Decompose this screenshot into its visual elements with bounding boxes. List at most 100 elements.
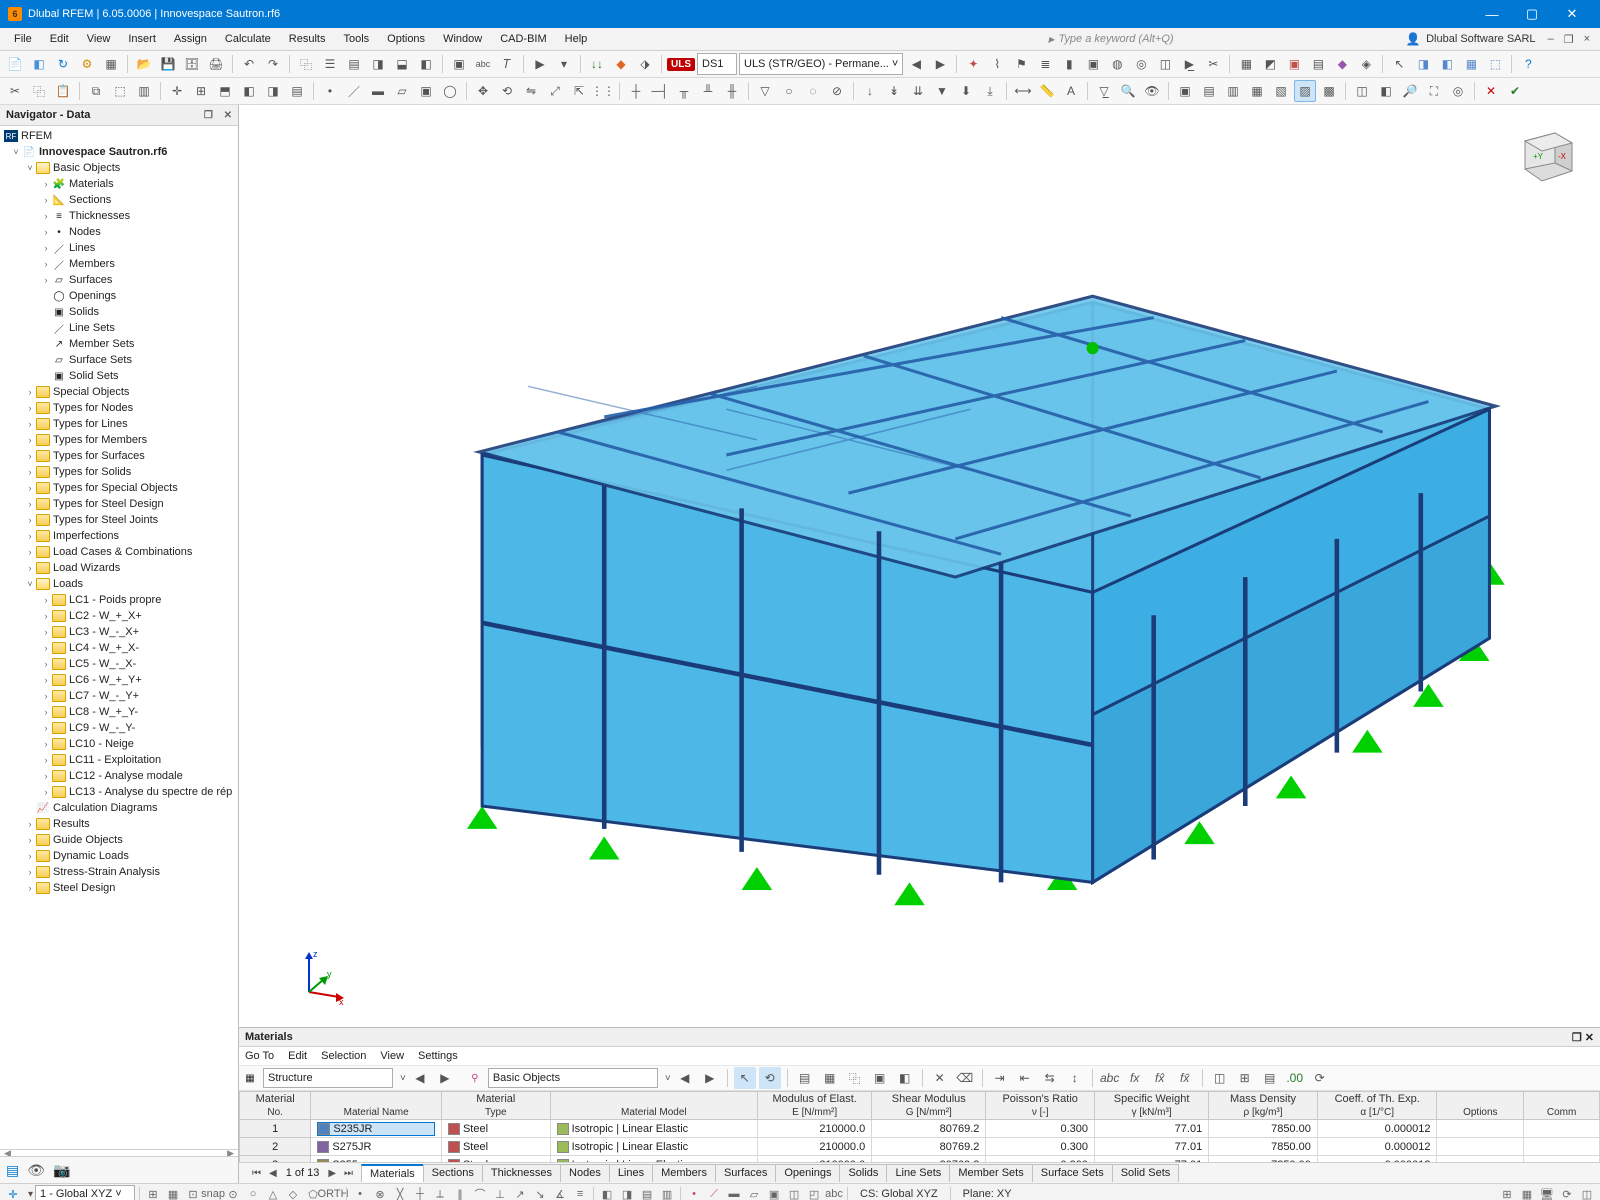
results-solid-icon[interactable]: ▣ [1082, 53, 1104, 75]
viewcube-icon[interactable]: ◫ [1351, 80, 1373, 102]
new-block-icon[interactable]: ◧ [28, 53, 50, 75]
opening-icon[interactable]: ◯ [439, 80, 461, 102]
extrude-icon[interactable]: ⇱ [568, 80, 590, 102]
results-list-icon[interactable]: ≣ [1034, 53, 1056, 75]
results-iso-icon[interactable]: ◎ [1130, 53, 1152, 75]
mat-tj[interactable]: .00 [1284, 1067, 1306, 1089]
tree-item[interactable]: ▣Solid Sets [0, 368, 238, 384]
dim-icon[interactable]: ⟷ [1012, 80, 1034, 102]
check-icon[interactable]: ✔ [1504, 80, 1526, 102]
tab-last-icon[interactable]: ⏭ [341, 1168, 356, 1179]
help-icon[interactable]: ? [1517, 53, 1539, 75]
tree-item[interactable]: ›Stress-Strain Analysis [0, 864, 238, 880]
abc-icon[interactable]: abc [472, 53, 494, 75]
st-l1[interactable]: • [685, 1186, 703, 1200]
menu-view[interactable]: View [79, 31, 119, 47]
st-gsnap[interactable]: snap [204, 1186, 222, 1200]
mat-te[interactable]: fx̂ [1149, 1067, 1171, 1089]
redo-icon[interactable]: ↷ [262, 53, 284, 75]
tree-item[interactable]: ›LC7 - W_-_Y+ [0, 688, 238, 704]
st-s3[interactable]: ╳ [391, 1186, 409, 1200]
tool-copy-icon[interactable]: ⿻ [28, 80, 50, 102]
table-tab[interactable]: Line Sets [886, 1164, 950, 1182]
new-icon[interactable]: 📄 [4, 53, 26, 75]
table-row[interactable]: 1 S235JR Steel Isotropic | Linear Elasti… [240, 1120, 1600, 1138]
mat-c1-next[interactable]: ▶ [434, 1067, 456, 1089]
tree-item[interactable]: ›LC4 - W_+_X- [0, 640, 238, 656]
nav-close-icon[interactable]: ✕ [224, 110, 232, 121]
tree-item[interactable]: ›Guide Objects [0, 832, 238, 848]
results-section-icon[interactable]: ◫ [1154, 53, 1176, 75]
tree-item[interactable]: ›LC1 - Poids propre [0, 592, 238, 608]
load1-icon[interactable]: ↓ [859, 80, 881, 102]
trim-icon[interactable]: ┼ [625, 80, 647, 102]
menu-insert[interactable]: Insert [120, 31, 164, 47]
table-tab[interactable]: Materials [361, 1164, 424, 1182]
tool-dup-icon[interactable]: ⧉ [85, 80, 107, 102]
menu-options[interactable]: Options [379, 31, 433, 47]
tree-item[interactable]: ›LC8 - W_+_Y- [0, 704, 238, 720]
display-icon[interactable]: ▣ [448, 53, 470, 75]
tree-item[interactable]: ›Steel Design [0, 880, 238, 896]
next-lc-icon[interactable]: ▶ [929, 53, 951, 75]
mat-combo-basic[interactable]: Basic Objects [488, 1068, 658, 1088]
st-cs-select[interactable]: 1 - Global XYZ ˅ [35, 1185, 135, 1200]
visibility-icon[interactable]: 👁 [1141, 80, 1163, 102]
results-clip-icon[interactable]: ✂ [1202, 53, 1224, 75]
addon5-icon[interactable]: ◆ [1331, 53, 1353, 75]
mat-menu-goto[interactable]: Go To [245, 1050, 274, 1062]
mat-undock-icon[interactable]: ❐ [1572, 1032, 1582, 1044]
mat-menu-selection[interactable]: Selection [321, 1050, 366, 1062]
tree-item[interactable]: ›Types for Solids [0, 464, 238, 480]
tree-item[interactable]: ›▱Surfaces [0, 272, 238, 288]
prev-lc-icon[interactable]: ◀ [905, 53, 927, 75]
st-g7[interactable]: ◇ [284, 1186, 302, 1200]
mat-c2-prev[interactable]: ◀ [674, 1067, 696, 1089]
mat-c1-prev[interactable]: ◀ [409, 1067, 431, 1089]
st-l4[interactable]: ▱ [745, 1186, 763, 1200]
tree-loads[interactable]: ˅Loads [0, 576, 238, 592]
table-tab[interactable]: Surfaces [715, 1164, 776, 1182]
mat-tool-filter[interactable]: ↖ [734, 1067, 756, 1089]
tree-item[interactable]: ›LC6 - W_+_Y+ [0, 672, 238, 688]
tree-item[interactable]: ›Load Cases & Combinations [0, 544, 238, 560]
maximize-button[interactable]: ▢ [1512, 0, 1552, 28]
panel-right-icon[interactable]: ◨ [367, 53, 389, 75]
mat-t6[interactable]: ✕ [929, 1067, 951, 1089]
tree-item[interactable]: ›≡Thicknesses [0, 208, 238, 224]
tab-prev-icon[interactable]: ◀ [266, 1168, 280, 1179]
tool-paste-icon[interactable]: 📋 [52, 80, 74, 102]
tree-item[interactable]: ◯Openings [0, 288, 238, 304]
addon1-icon[interactable]: ▦ [1235, 53, 1257, 75]
results-nav-icon[interactable]: ✦ [962, 53, 984, 75]
join-icon[interactable]: ╨ [697, 80, 719, 102]
cube1-icon[interactable]: ◨ [1412, 53, 1434, 75]
mat-menu-edit[interactable]: Edit [288, 1050, 307, 1062]
results-contour-icon[interactable]: ◍ [1106, 53, 1128, 75]
navigator-icon[interactable]: ☰ [319, 53, 341, 75]
nav-tab-data-icon[interactable]: ▤ [6, 1162, 19, 1179]
st-s4[interactable]: ┼ [411, 1186, 429, 1200]
line-icon[interactable]: ／ [343, 80, 365, 102]
st-s8[interactable]: ⊥ [491, 1186, 509, 1200]
doc-minimize[interactable]: – [1544, 33, 1558, 45]
move-icon[interactable]: ✥ [472, 80, 494, 102]
doc-close[interactable]: × [1580, 33, 1594, 45]
st-s2[interactable]: ⊗ [371, 1186, 389, 1200]
tree-item[interactable]: ›🧩Materials [0, 176, 238, 192]
tree-item[interactable]: ›•Nodes [0, 224, 238, 240]
mat-ta[interactable]: ⇆ [1039, 1067, 1061, 1089]
tree-item[interactable]: ›Types for Lines [0, 416, 238, 432]
tree-item[interactable]: ›LC12 - Analyse modale [0, 768, 238, 784]
viewzoom-icon[interactable]: 🔎 [1399, 80, 1421, 102]
tree-item[interactable]: ›LC11 - Exploitation [0, 752, 238, 768]
tree-item[interactable]: ›Results [0, 816, 238, 832]
model-viewport[interactable]: z x y +Y -X [239, 105, 1600, 1027]
nav-tab-display-icon[interactable]: 👁 [27, 1162, 45, 1179]
mat-tc[interactable]: abc [1099, 1067, 1121, 1089]
load3-icon[interactable]: ⇊ [907, 80, 929, 102]
close-button[interactable]: ✕ [1552, 0, 1592, 28]
gear-icon[interactable]: ⚙ [76, 53, 98, 75]
tool-stack-icon[interactable]: ⬚ [109, 80, 131, 102]
st-l3[interactable]: ▬ [725, 1186, 743, 1200]
